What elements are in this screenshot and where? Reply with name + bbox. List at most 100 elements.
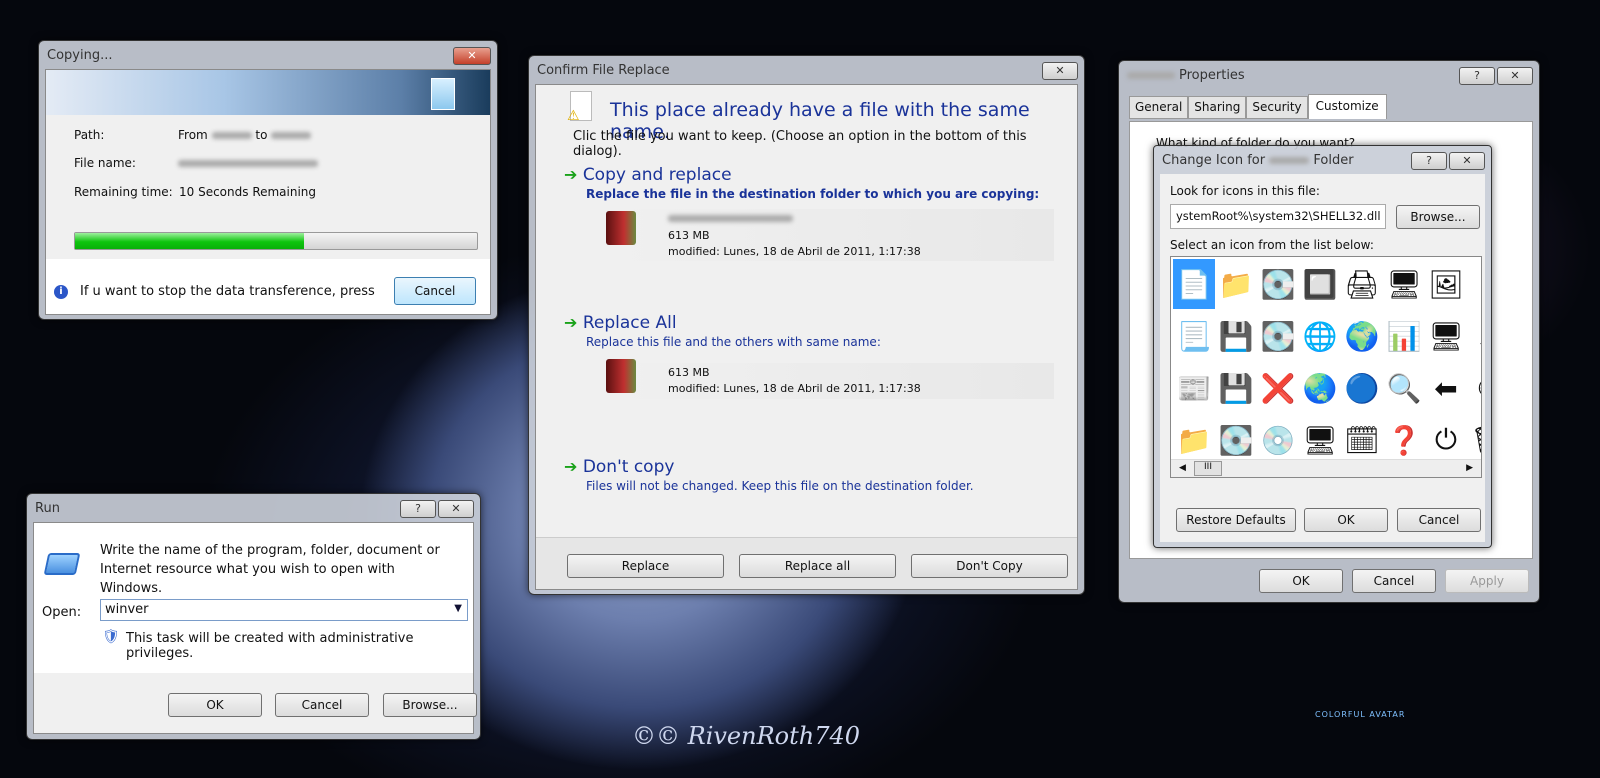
ok-button[interactable]: OK xyxy=(1304,508,1388,532)
cancel-button[interactable]: Cancel xyxy=(394,277,476,305)
run-window: Run ? ✕ Write the name of the program, f… xyxy=(26,493,481,740)
icon-option[interactable]: ⏱ xyxy=(1467,363,1481,413)
icon-option[interactable]: 🔵 xyxy=(1341,363,1383,413)
properties-title: Properties xyxy=(1179,67,1245,83)
tab-general[interactable]: General xyxy=(1129,96,1189,119)
close-button[interactable]: ✕ xyxy=(438,500,474,518)
icon-option[interactable]: ▪ xyxy=(1467,259,1482,309)
help-button[interactable]: ? xyxy=(1459,67,1495,85)
logo-watermark: COLORFUL AVATAR xyxy=(1315,710,1406,719)
replace-button[interactable]: Replace xyxy=(567,554,724,578)
properties-tabs: General Sharing Security Customize xyxy=(1129,94,1387,119)
restore-defaults-button[interactable]: Restore Defaults xyxy=(1176,508,1296,532)
green-arrow-icon: ➔ xyxy=(564,457,578,476)
icon-option[interactable]: 💽 xyxy=(1257,311,1299,361)
tab-security[interactable]: Security xyxy=(1246,96,1308,119)
confirm-replace-window: Confirm File Replace ✕ ⚠ This place alre… xyxy=(528,55,1085,595)
close-button[interactable]: ✕ xyxy=(1497,67,1533,85)
scroll-thumb: III xyxy=(1194,461,1222,476)
progress-fill xyxy=(75,233,305,249)
horizontal-scrollbar[interactable]: ◀ III ▶ xyxy=(1171,459,1481,477)
option-dont-copy[interactable]: ➔ Don't copy Files will not be changed. … xyxy=(564,457,1054,493)
icon-file-input[interactable]: ystemRoot%\system32\SHELL32.dll xyxy=(1170,204,1386,229)
green-arrow-icon: ➔ xyxy=(564,165,578,184)
icon-option[interactable]: 📁 xyxy=(1173,415,1215,465)
cancel-button[interactable]: Cancel xyxy=(275,693,369,717)
option-replace-all[interactable]: ➔ Replace All Replace this file and the … xyxy=(564,313,1054,399)
tab-customize[interactable]: Customize xyxy=(1307,94,1387,119)
green-arrow-icon: ➔ xyxy=(564,313,578,332)
footer-text: If u want to stop the data transference,… xyxy=(80,284,375,299)
icon-option[interactable]: 🗓 xyxy=(1341,415,1383,465)
icon-option[interactable]: 🖼 xyxy=(1425,259,1467,309)
close-button[interactable]: ✕ xyxy=(453,47,491,65)
icon-option[interactable]: 📄 xyxy=(1173,259,1215,309)
ok-button[interactable]: OK xyxy=(1259,569,1343,593)
select-label: Select an icon from the list below: xyxy=(1170,238,1374,252)
help-button[interactable]: ? xyxy=(400,500,436,518)
icon-option[interactable]: 💾 xyxy=(1215,363,1257,413)
open-value: winver xyxy=(105,602,149,617)
icon-option[interactable]: 📃 xyxy=(1173,311,1215,361)
replace-title: Confirm File Replace xyxy=(537,62,670,78)
icon-option[interactable]: 🔍 xyxy=(1383,363,1425,413)
close-button[interactable]: ✕ xyxy=(1042,62,1078,80)
info-icon: i xyxy=(54,285,68,299)
icon-option[interactable]: ❓ xyxy=(1383,415,1425,465)
file-value xyxy=(178,156,318,170)
dont-copy-button[interactable]: Don't Copy xyxy=(911,554,1068,578)
icon-option[interactable]: 📊 xyxy=(1383,311,1425,361)
icon-option[interactable]: 🌏 xyxy=(1299,363,1341,413)
copying-window: Copying... ✕ Path: From to File name: Re… xyxy=(38,40,498,320)
apply-button[interactable]: Apply xyxy=(1445,569,1529,593)
copying-title: Copying... xyxy=(47,47,113,63)
icon-option[interactable]: ↗ xyxy=(1467,311,1481,361)
progress-bar xyxy=(74,232,478,250)
icon-option[interactable]: 💾 xyxy=(1215,311,1257,361)
icon-option[interactable]: 🌐 xyxy=(1299,311,1341,361)
icon-option[interactable]: 📁 xyxy=(1215,259,1257,309)
look-label: Look for icons in this file: xyxy=(1170,184,1320,198)
tab-sharing[interactable]: Sharing xyxy=(1188,96,1247,119)
archive-icon xyxy=(606,359,636,393)
open-combobox[interactable]: winver ▼ xyxy=(100,599,468,621)
replace-all-button[interactable]: Replace all xyxy=(739,554,896,578)
icon-option[interactable]: 🖨 xyxy=(1341,259,1383,309)
icon-option[interactable]: ❌ xyxy=(1257,363,1299,413)
icon-option[interactable]: ⬅ xyxy=(1425,363,1467,413)
shield-icon: 🛡 xyxy=(102,629,120,645)
icon-option[interactable]: ⏻ xyxy=(1425,415,1467,465)
replace-subheading: Clic the file you want to keep. (Choose … xyxy=(573,129,1027,159)
admin-note: This task will be created with administr… xyxy=(126,631,414,661)
run-icon xyxy=(43,553,81,575)
scroll-right-icon: ▶ xyxy=(1466,463,1473,473)
browse-button[interactable]: Browse... xyxy=(1396,205,1480,229)
browse-button[interactable]: Browse... xyxy=(383,693,477,717)
file-warning-icon: ⚠ xyxy=(567,91,592,124)
change-icon-title-prefix: Change Icon for xyxy=(1162,152,1266,168)
help-button[interactable]: ? xyxy=(1411,152,1447,170)
open-label: Open: xyxy=(42,605,82,620)
icon-list[interactable]: 📄📁💽🔲🖨🖥🖼▪📃💾💽🌐🌍📊🖥↗📰💾❌🌏🔵🔍⬅⏱📁💽💿🖥🗓❓⏻🗑 ◀ III ▶ xyxy=(1170,256,1482,478)
icon-option[interactable]: 🖥 xyxy=(1299,415,1341,465)
icon-option[interactable]: 🌍 xyxy=(1341,311,1383,361)
icon-option[interactable]: 💿 xyxy=(1257,415,1299,465)
icon-option[interactable]: 💽 xyxy=(1215,415,1257,465)
icon-option[interactable]: 📰 xyxy=(1173,363,1215,413)
change-icon-title-suffix: Folder xyxy=(1313,152,1354,168)
icon-option[interactable]: 🖥 xyxy=(1425,311,1467,361)
cancel-button[interactable]: Cancel xyxy=(1352,569,1436,593)
icon-option[interactable]: 🔲 xyxy=(1299,259,1341,309)
time-label: Remaining time: xyxy=(74,185,173,199)
ok-button[interactable]: OK xyxy=(168,693,262,717)
archive-icon xyxy=(606,211,636,245)
icon-option[interactable]: 🗑 xyxy=(1467,415,1481,465)
file-label: File name: xyxy=(74,156,136,170)
icon-option[interactable]: 🖥 xyxy=(1383,259,1425,309)
change-icon-window: Change Icon for Folder ? ✕ Look for icon… xyxy=(1153,145,1492,548)
file-animation-icon xyxy=(431,78,455,110)
option-copy-and-replace[interactable]: ➔ Copy and replace Replace the file in t… xyxy=(564,165,1054,261)
close-button[interactable]: ✕ xyxy=(1449,152,1485,170)
cancel-button[interactable]: Cancel xyxy=(1397,508,1481,532)
icon-option[interactable]: 💽 xyxy=(1257,259,1299,309)
